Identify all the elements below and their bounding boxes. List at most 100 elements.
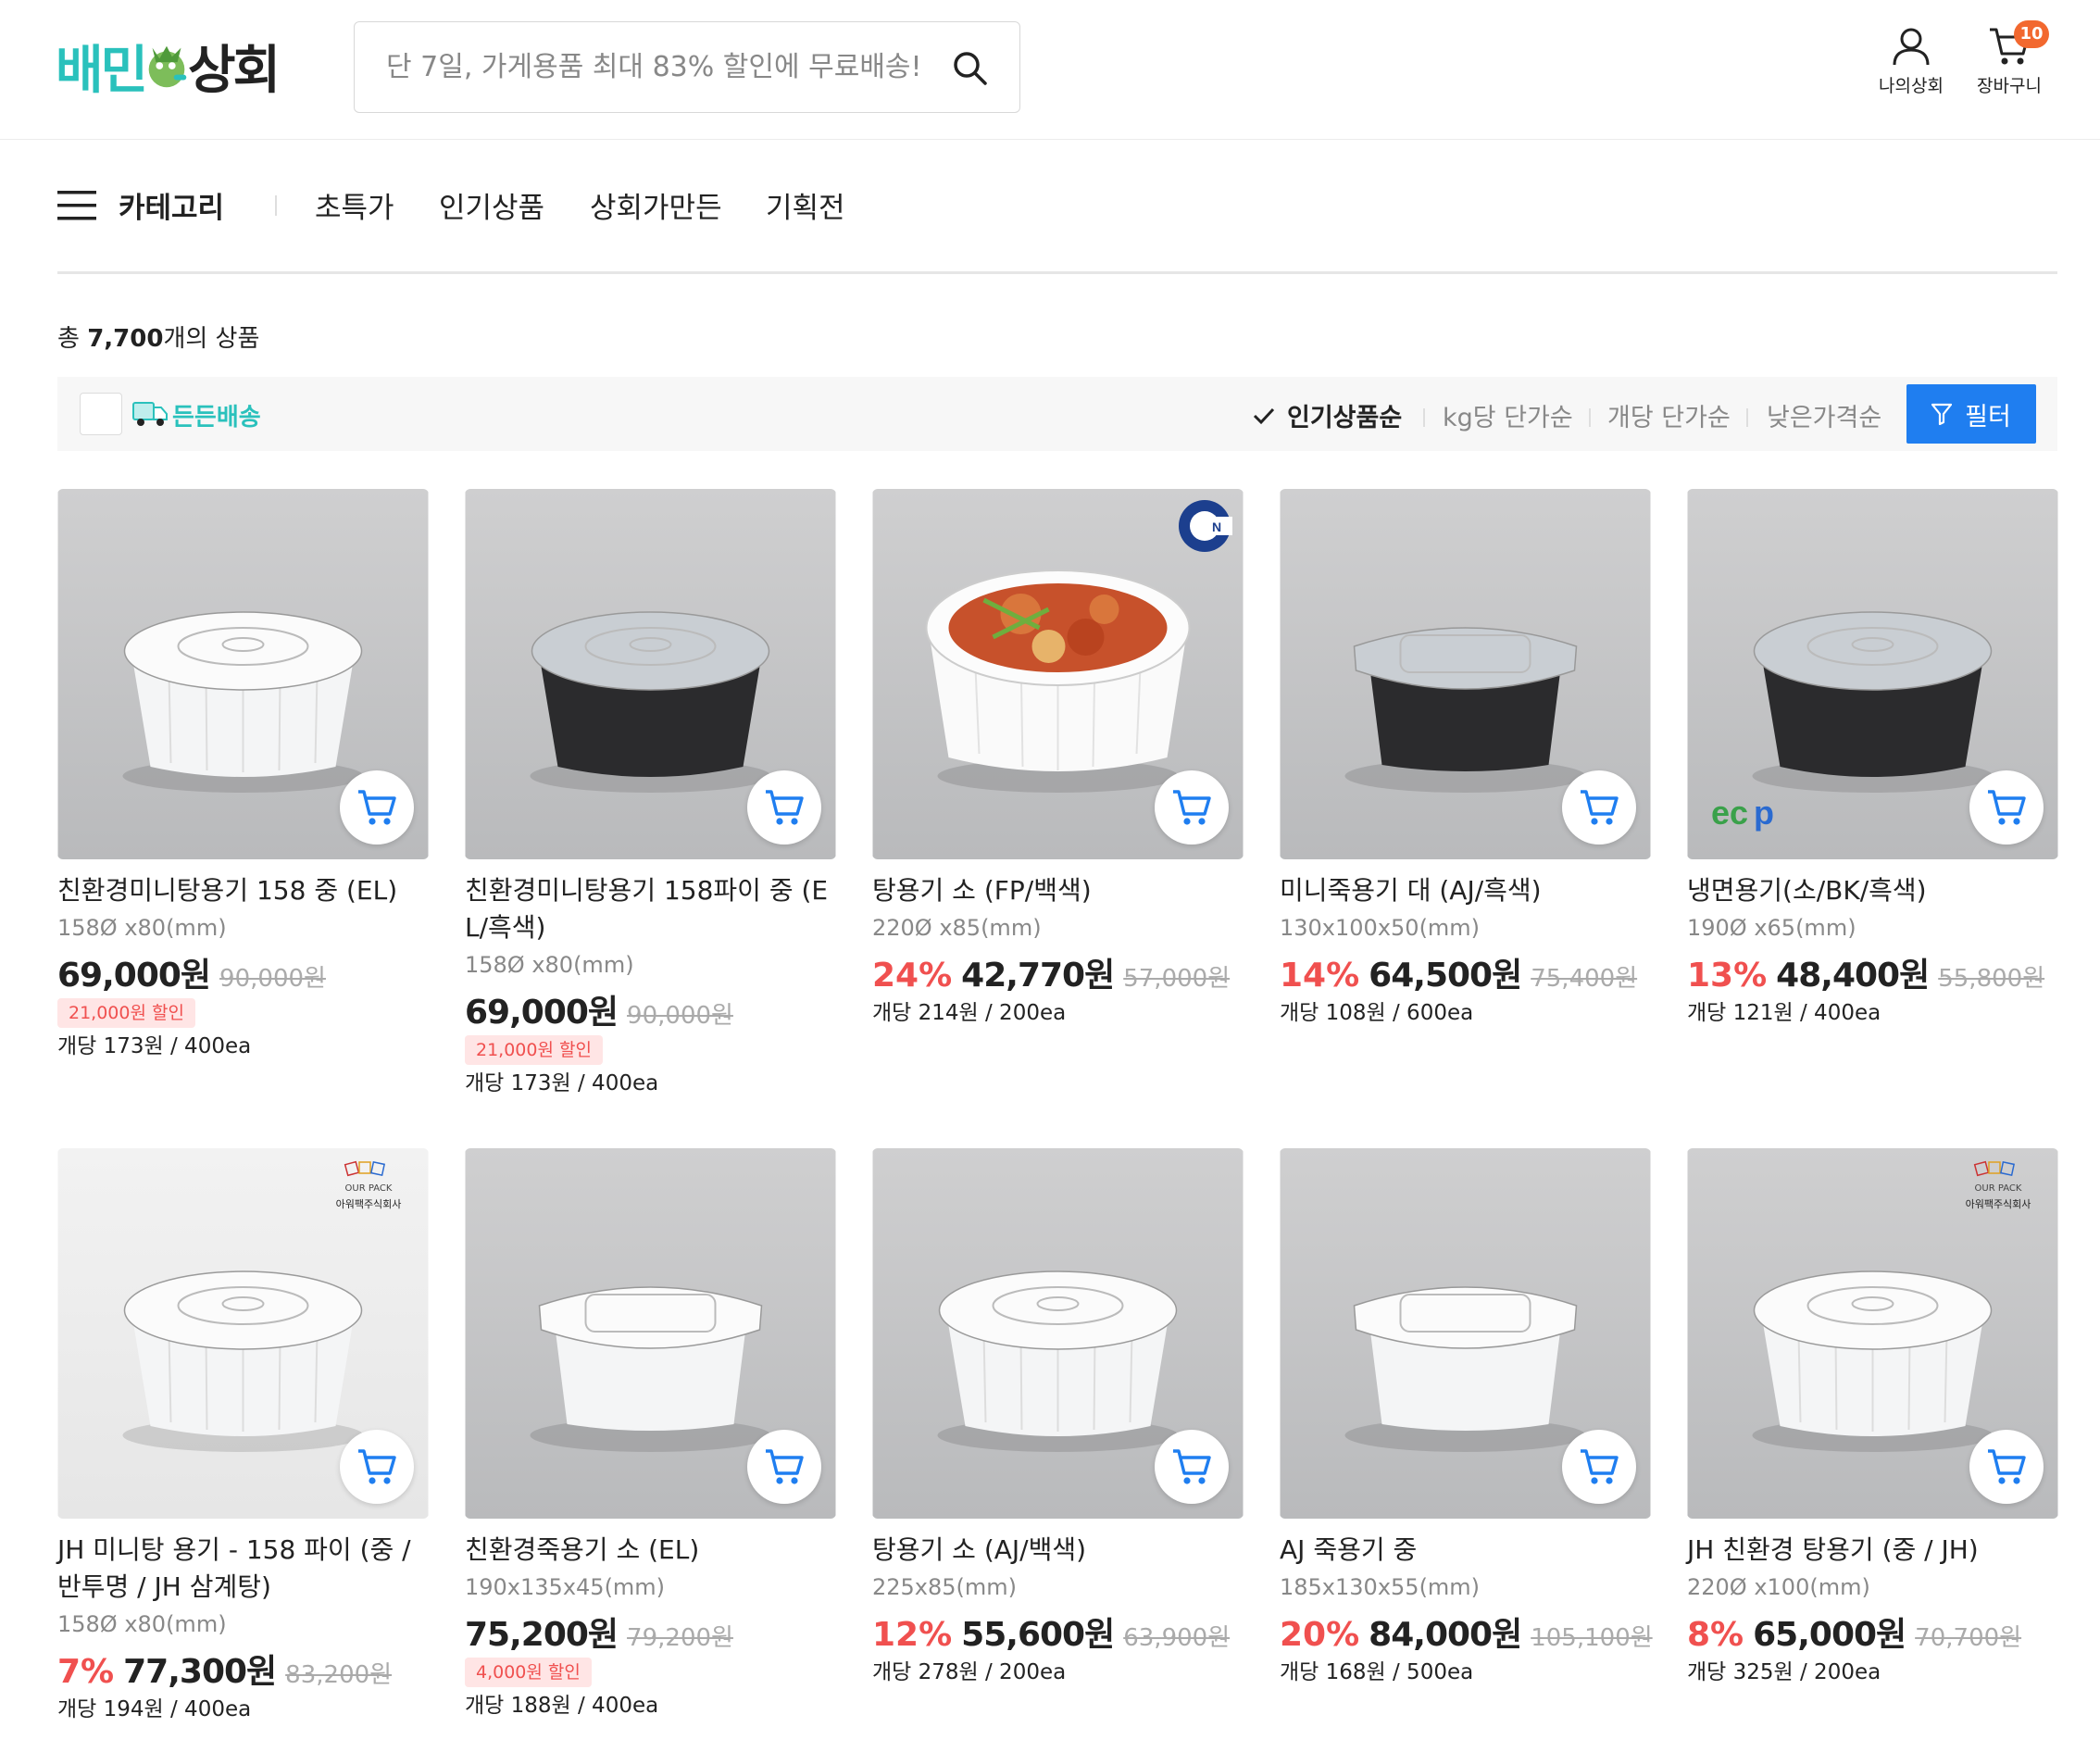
price-row: 14% 64,500원 75,400원 xyxy=(1280,948,1651,995)
category-menu-button[interactable]: 카테고리 xyxy=(57,184,224,226)
product-card[interactable]: 미니죽용기 대 (AJ/흑색) 130x100x50(mm) 14% 64,500원 7… xyxy=(1280,489,1651,1028)
discount-rate: 13% xyxy=(1687,957,1768,995)
product-size: 220Ø x100(mm) xyxy=(1687,1574,1870,1600)
cart-count-badge: 10 xyxy=(2014,20,2049,48)
original-price: 105,100원 xyxy=(1531,1624,1653,1652)
price-row: 75,200원 79,200원 xyxy=(465,1608,836,1654)
site-header: 배민 상회 나의상회 10 장바구니 xyxy=(0,0,2100,140)
discount-badge: 21,000원 할인 xyxy=(465,1035,603,1065)
price-row: 69,000원 90,000원 xyxy=(465,985,836,1032)
my-page-button[interactable]: 나의상회 xyxy=(1869,26,1953,109)
unit-price: 개당 173원 / 400ea xyxy=(465,1071,659,1095)
product-name[interactable]: 친환경죽용기 소 (EL) xyxy=(465,1532,836,1569)
cart-button[interactable]: 10 장바구니 xyxy=(1968,20,2051,109)
product-name[interactable]: 탕용기 소 (FP/백색) xyxy=(872,872,1244,909)
shipping-filter-checkbox[interactable] xyxy=(80,393,122,435)
add-to-cart-button[interactable] xyxy=(1562,770,1636,845)
sort-price-per-unit[interactable]: 개당 단가순 xyxy=(1607,397,1731,433)
add-to-cart-button[interactable] xyxy=(1969,770,2044,845)
cart-label: 장바구니 xyxy=(1977,76,2042,96)
nav-item-super-deal[interactable]: 초특가 xyxy=(315,184,394,226)
original-price: 90,000원 xyxy=(627,1002,733,1030)
search-input[interactable] xyxy=(355,22,947,112)
product-card[interactable]: ec p 냉면용기(소/BK/흑색) 190Ø x65(mm) 13% 48,400원 55… xyxy=(1687,489,2058,1028)
product-image-frame[interactable]: N xyxy=(872,489,1244,859)
sort-divider xyxy=(1423,408,1425,427)
product-size: 130x100x50(mm) xyxy=(1280,915,1481,941)
brand-logo-ourpack: OUR PACK 아워팩주식회사 xyxy=(1947,1159,2049,1211)
add-to-cart-button[interactable] xyxy=(1969,1430,2044,1504)
nav-item-promotions[interactable]: 기획전 xyxy=(766,184,845,226)
product-image-frame[interactable] xyxy=(465,1148,836,1519)
original-price: 83,200원 xyxy=(285,1661,393,1689)
hamburger-icon xyxy=(57,190,96,219)
main-nav: 카테고리 초특가 인기상품 상회가만든 기획전 xyxy=(0,140,2100,269)
product-card[interactable]: 탕용기 소 (AJ/백색) 225x85(mm) 12% 55,600원 63,900원… xyxy=(872,1148,1244,1687)
add-to-cart-button[interactable] xyxy=(747,1430,821,1504)
add-to-cart-button[interactable] xyxy=(1155,1430,1229,1504)
category-label: 카테고리 xyxy=(119,192,225,225)
product-card[interactable]: AJ 죽용기 중 185x130x55(mm) 20% 84,000원 105,100원… xyxy=(1280,1148,1653,1687)
product-image-frame[interactable] xyxy=(57,489,429,859)
unit-price: 개당 278원 / 200ea xyxy=(872,1660,1067,1684)
product-card[interactable]: 친환경미니탕용기 158파이 중 (EL/흑색) 158Ø x80(mm) 69,0… xyxy=(465,489,836,1098)
discount-badge: 21,000원 할인 xyxy=(57,998,195,1028)
product-card[interactable]: 친환경미니탕용기 158 중 (EL) 158Ø x80(mm) 69,000원 90… xyxy=(57,489,429,1061)
sort-popular[interactable]: 인기상품순 xyxy=(1287,397,1402,433)
product-card[interactable]: 친환경죽용기 소 (EL) 190x135x45(mm) 75,200원 79,200… xyxy=(465,1148,836,1721)
cart-icon xyxy=(1581,1449,1619,1484)
product-name[interactable]: 미니죽용기 대 (AJ/흑색) xyxy=(1280,872,1651,909)
logo-text-sanghoe: 상회 xyxy=(188,40,281,101)
discount-rate: 20% xyxy=(1280,1616,1360,1654)
product-card[interactable]: OUR PACK 아워팩주식회사 JH 미니탕 용기 - 158 파이 (중 / 반… xyxy=(57,1148,429,1724)
unit-price: 개당 194원 / 400ea xyxy=(57,1697,252,1721)
product-image-frame[interactable] xyxy=(1280,489,1651,859)
cart-icon xyxy=(1581,790,1619,825)
nav-item-popular[interactable]: 인기상품 xyxy=(439,184,544,226)
product-image-frame[interactable] xyxy=(872,1148,1244,1519)
filter-button[interactable]: 필터 xyxy=(1906,384,2036,444)
add-to-cart-button[interactable] xyxy=(747,770,821,845)
ourpack-logo-icon xyxy=(1973,1160,2016,1177)
product-name[interactable]: 탕용기 소 (AJ/백색) xyxy=(872,1532,1244,1569)
shipping-filter-label[interactable]: 든든배송 xyxy=(172,398,261,432)
product-image-frame[interactable] xyxy=(1280,1148,1651,1519)
original-price: 70,700원 xyxy=(1915,1624,2022,1652)
ourpack-logo-icon xyxy=(344,1160,386,1177)
sale-price: 75,200원 xyxy=(465,1616,619,1654)
discount-rate: 24% xyxy=(872,957,953,995)
site-logo[interactable]: 배민 상회 xyxy=(56,33,281,101)
sort-price-per-kg[interactable]: kg당 단가순 xyxy=(1443,397,1573,433)
add-to-cart-button[interactable] xyxy=(340,770,414,845)
product-card[interactable]: N 탕용기 소 (FP/백색) 220Ø x85(mm) 24% 42,770원 57,0… xyxy=(872,489,1244,1028)
product-image-frame[interactable] xyxy=(465,489,836,859)
nav-divider xyxy=(275,195,277,216)
add-to-cart-button[interactable] xyxy=(1155,770,1229,845)
my-page-label: 나의상회 xyxy=(1879,76,1944,96)
discount-rate: 14% xyxy=(1280,957,1360,995)
discount-badge: 4,000원 할인 xyxy=(465,1658,592,1687)
product-image-frame[interactable]: ec p xyxy=(1687,489,2058,859)
unit-price: 개당 108원 / 600ea xyxy=(1280,1001,1474,1025)
unit-price: 개당 188원 / 400ea xyxy=(465,1694,659,1718)
brand-logo-ecp: ec p xyxy=(1711,794,1774,832)
product-name[interactable]: 냉면용기(소/BK/흑색) xyxy=(1687,872,2058,909)
product-image-frame[interactable]: OUR PACK 아워팩주식회사 xyxy=(1687,1148,2058,1519)
product-card[interactable]: OUR PACK 아워팩주식회사 JH 친환경 탕용기 (중 / JH) 220Ø x… xyxy=(1687,1148,2058,1687)
price-row: 7% 77,300원 83,200원 xyxy=(57,1645,429,1691)
logo-mascot-icon xyxy=(148,45,187,88)
search-icon[interactable] xyxy=(951,49,988,86)
sort-lowest-price[interactable]: 낮은가격순 xyxy=(1767,397,1881,433)
product-name[interactable]: AJ 죽용기 중 xyxy=(1280,1532,1651,1569)
sale-price: 48,400원 xyxy=(1776,957,1930,995)
price-row: 69,000원 90,000원 xyxy=(57,948,429,995)
product-image-frame[interactable]: OUR PACK 아워팩주식회사 xyxy=(57,1148,429,1519)
product-name[interactable]: JH 친환경 탕용기 (중 / JH) xyxy=(1687,1532,2058,1569)
unit-price: 개당 214원 / 200ea xyxy=(872,1001,1067,1025)
add-to-cart-button[interactable] xyxy=(340,1430,414,1504)
nav-item-own-brand[interactable]: 상회가만든 xyxy=(590,184,722,226)
product-name[interactable]: JH 미니탕 용기 - 158 파이 (중 / 반투명 / JH 삼계탕) xyxy=(57,1532,429,1606)
add-to-cart-button[interactable] xyxy=(1562,1430,1636,1504)
product-name[interactable]: 친환경미니탕용기 158파이 중 (EL/흑색) xyxy=(465,872,836,946)
product-name[interactable]: 친환경미니탕용기 158 중 (EL) xyxy=(57,872,429,909)
